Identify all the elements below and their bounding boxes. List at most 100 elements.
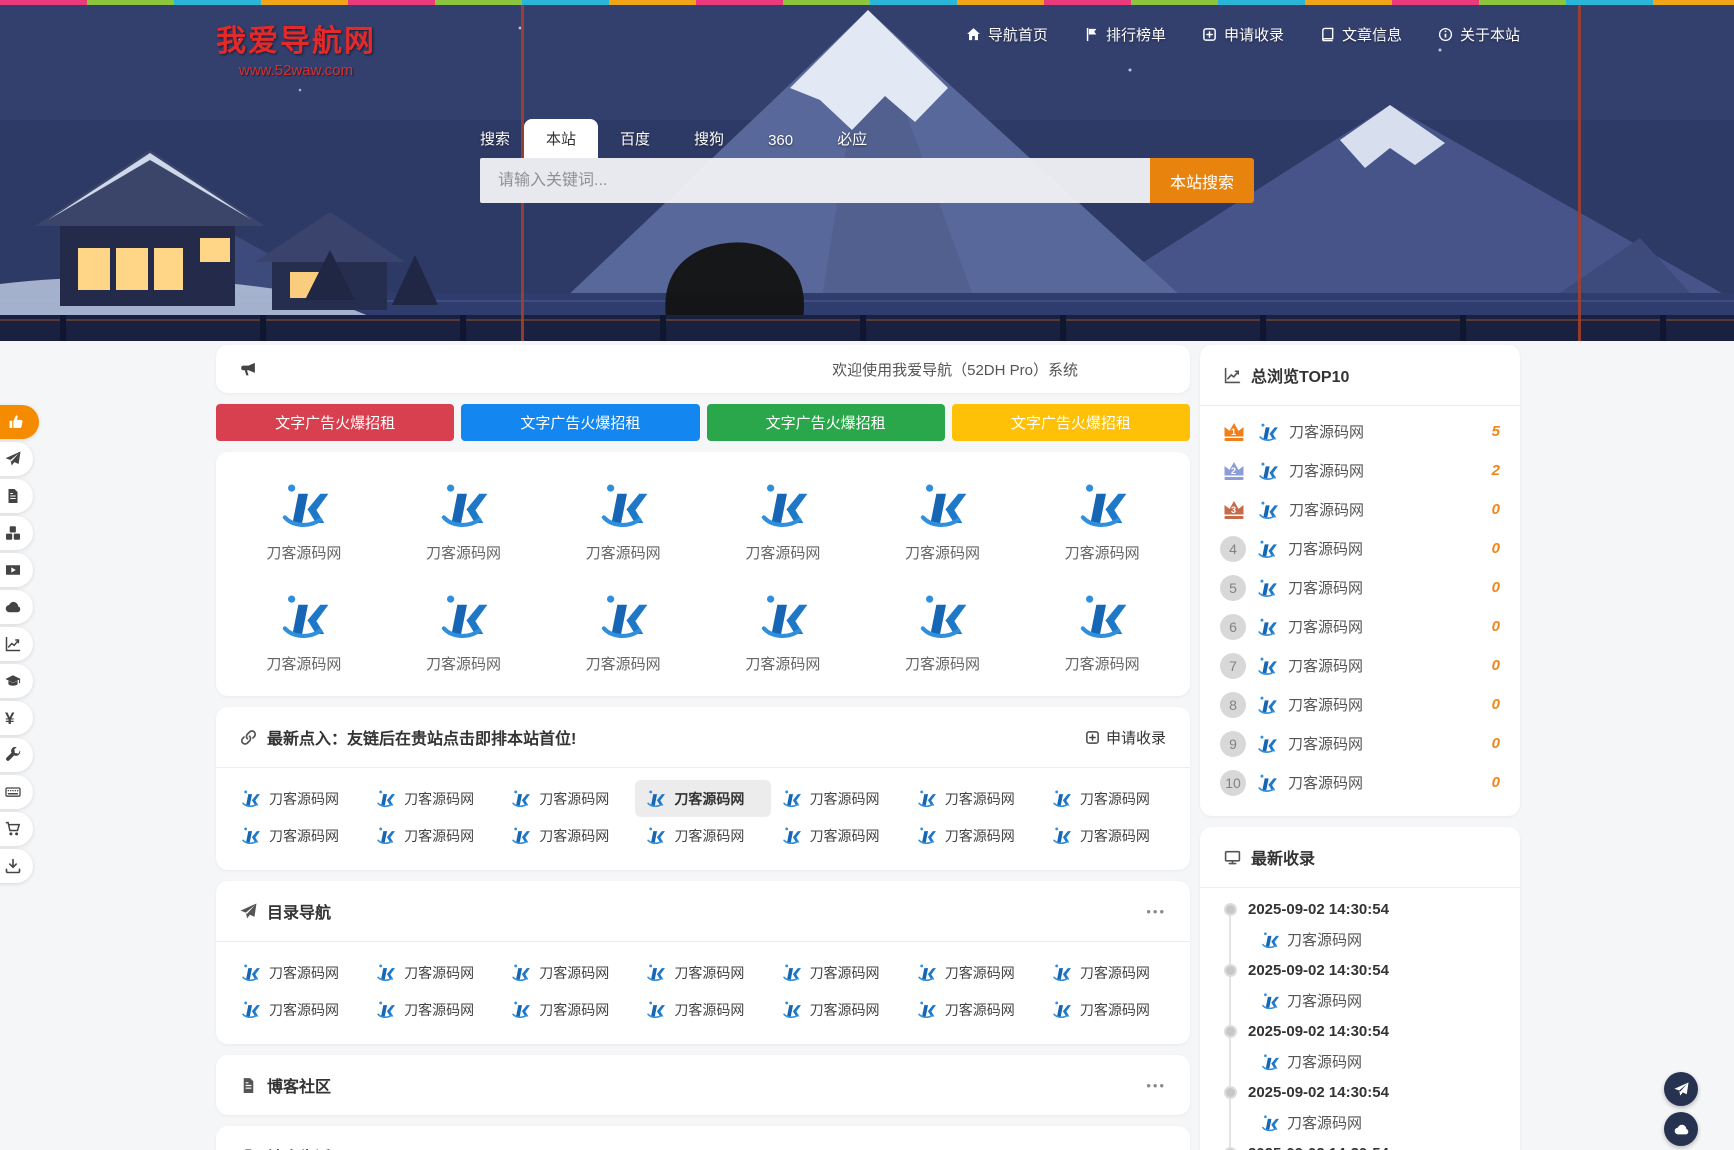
site-link[interactable]: 刀客源码网 xyxy=(365,954,500,991)
timeline-dot-icon xyxy=(1224,1025,1237,1038)
site-link[interactable]: 刀客源码网 xyxy=(771,817,906,854)
ad-banner-button[interactable]: 文字广告火爆招租 xyxy=(707,404,945,441)
top10-row[interactable]: 1刀客源码网5 xyxy=(1220,412,1500,451)
top10-title: 总浏览TOP10 xyxy=(1251,363,1349,387)
ad-banner-button[interactable]: 文字广告火爆招租 xyxy=(216,404,454,441)
site-link[interactable]: 刀客源码网 xyxy=(500,954,635,991)
site-link[interactable]: 刀客源码网 xyxy=(1041,817,1176,854)
site-link[interactable]: 刀客源码网 xyxy=(906,991,1041,1028)
site-link[interactable]: 刀客源码网 xyxy=(635,780,770,817)
top10-row[interactable]: 6刀客源码网0 xyxy=(1220,607,1500,646)
site-link[interactable]: 刀客源码网 xyxy=(635,954,770,991)
site-link[interactable]: 刀客源码网 xyxy=(500,991,635,1028)
search-tab-必应[interactable]: 必应 xyxy=(815,119,889,158)
site-link[interactable]: 刀客源码网 xyxy=(635,991,770,1028)
top10-row[interactable]: 3刀客源码网0 xyxy=(1220,490,1500,529)
ad-banner-button[interactable]: 文字广告火爆招租 xyxy=(461,404,699,441)
rail-button[interactable] xyxy=(0,849,33,883)
site-card-name: 刀客源码网 xyxy=(745,653,820,674)
site-link[interactable]: 刀客源码网 xyxy=(771,780,906,817)
site-link[interactable]: 刀客源码网 xyxy=(500,780,635,817)
site-link[interactable]: 刀客源码网 xyxy=(365,817,500,854)
latest-in-card: 最新点入：友链后在贵站点击即排本站首位! 申请收录 刀客源码网刀客源码网刀客源码… xyxy=(216,707,1190,870)
site-card[interactable]: 刀客源码网 xyxy=(543,589,703,674)
site-card[interactable]: 刀客源码网 xyxy=(1022,589,1182,674)
rail-button[interactable] xyxy=(0,516,33,550)
site-link[interactable]: 刀客源码网 xyxy=(365,991,500,1028)
site-link[interactable]: 刀客源码网 xyxy=(635,817,770,854)
site-card-name: 刀客源码网 xyxy=(266,542,341,563)
site-card[interactable]: 刀客源码网 xyxy=(863,589,1023,674)
nav-item-导航首页[interactable]: 导航首页 xyxy=(966,24,1048,45)
nav-item-label: 导航首页 xyxy=(988,24,1048,45)
site-link[interactable]: 刀客源码网 xyxy=(500,817,635,854)
site-card[interactable]: 刀客源码网 xyxy=(224,478,384,563)
timeline-timestamp: 2025-09-02 14:30:54 xyxy=(1248,1081,1500,1105)
site-link[interactable]: 刀客源码网 xyxy=(906,954,1041,991)
site-card[interactable]: 刀客源码网 xyxy=(224,589,384,674)
rail-button[interactable]: ¥ xyxy=(0,701,33,735)
top10-row[interactable]: 4刀客源码网0 xyxy=(1220,529,1500,568)
site-link-name: 刀客源码网 xyxy=(269,826,339,846)
site-link[interactable]: 刀客源码网 xyxy=(230,780,365,817)
top10-row[interactable]: 5刀客源码网0 xyxy=(1220,568,1500,607)
search-input[interactable] xyxy=(480,158,1150,203)
rail-button[interactable] xyxy=(0,479,33,513)
dk-logo xyxy=(436,589,490,643)
nav-item-关于本站[interactable]: 关于本站 xyxy=(1438,24,1520,45)
search-tab-搜狗[interactable]: 搜狗 xyxy=(672,119,746,158)
site-link[interactable]: 刀客源码网 xyxy=(230,954,365,991)
timeline-site-link[interactable]: 刀客源码网 xyxy=(1260,929,1500,950)
search-tab-360[interactable]: 360 xyxy=(746,123,815,158)
rail-button[interactable] xyxy=(0,738,33,772)
site-card[interactable]: 刀客源码网 xyxy=(703,478,863,563)
site-card[interactable]: 刀客源码网 xyxy=(384,478,544,563)
top10-row[interactable]: 7刀客源码网0 xyxy=(1220,646,1500,685)
timeline-site-link[interactable]: 刀客源码网 xyxy=(1260,990,1500,1011)
more-ellipsis-button[interactable]: ••• xyxy=(1146,904,1166,919)
site-link[interactable]: 刀客源码网 xyxy=(230,817,365,854)
top10-view-count: 0 xyxy=(1492,696,1500,713)
floating-button[interactable] xyxy=(1664,1112,1698,1146)
top10-row[interactable]: 9刀客源码网0 xyxy=(1220,724,1500,763)
rail-button[interactable] xyxy=(0,405,39,439)
site-link[interactable]: 刀客源码网 xyxy=(771,954,906,991)
site-card[interactable]: 刀客源码网 xyxy=(1022,478,1182,563)
timeline-site-link[interactable]: 刀客源码网 xyxy=(1260,1112,1500,1133)
site-link[interactable]: 刀客源码网 xyxy=(906,780,1041,817)
top10-row[interactable]: 8刀客源码网0 xyxy=(1220,685,1500,724)
top10-row[interactable]: 10刀客源码网0 xyxy=(1220,763,1500,802)
dk-logo xyxy=(1075,589,1129,643)
ad-banner-button[interactable]: 文字广告火爆招租 xyxy=(952,404,1190,441)
rail-button[interactable] xyxy=(0,442,33,476)
rail-button[interactable] xyxy=(0,812,33,846)
timeline-site-link[interactable]: 刀客源码网 xyxy=(1260,1051,1500,1072)
site-card[interactable]: 刀客源码网 xyxy=(703,589,863,674)
site-card[interactable]: 刀客源码网 xyxy=(543,478,703,563)
rail-button[interactable] xyxy=(0,590,33,624)
rail-button[interactable] xyxy=(0,627,33,661)
site-card[interactable]: 刀客源码网 xyxy=(384,589,544,674)
site-link[interactable]: 刀客源码网 xyxy=(365,780,500,817)
rail-button[interactable] xyxy=(0,553,33,587)
search-tab-本站[interactable]: 本站 xyxy=(524,119,598,158)
more-ellipsis-button[interactable]: ••• xyxy=(1146,1078,1166,1093)
site-link-name: 刀客源码网 xyxy=(674,826,744,846)
nav-item-申请收录[interactable]: 申请收录 xyxy=(1202,24,1284,45)
site-link[interactable]: 刀客源码网 xyxy=(230,991,365,1028)
rail-button[interactable] xyxy=(0,664,33,698)
search-tab-百度[interactable]: 百度 xyxy=(598,119,672,158)
floating-button[interactable] xyxy=(1664,1072,1698,1106)
site-link[interactable]: 刀客源码网 xyxy=(1041,954,1176,991)
site-link[interactable]: 刀客源码网 xyxy=(771,991,906,1028)
nav-item-排行榜单[interactable]: 排行榜单 xyxy=(1084,24,1166,45)
site-link[interactable]: 刀客源码网 xyxy=(906,817,1041,854)
nav-item-文章信息[interactable]: 文章信息 xyxy=(1320,24,1402,45)
rail-button[interactable] xyxy=(0,775,33,809)
top10-row[interactable]: 2刀客源码网2 xyxy=(1220,451,1500,490)
apply-inclusion-link[interactable]: 申请收录 xyxy=(1085,727,1166,748)
site-link[interactable]: 刀客源码网 xyxy=(1041,991,1176,1028)
site-link[interactable]: 刀客源码网 xyxy=(1041,780,1176,817)
site-search-button[interactable]: 本站搜索 xyxy=(1150,158,1254,203)
site-card[interactable]: 刀客源码网 xyxy=(863,478,1023,563)
